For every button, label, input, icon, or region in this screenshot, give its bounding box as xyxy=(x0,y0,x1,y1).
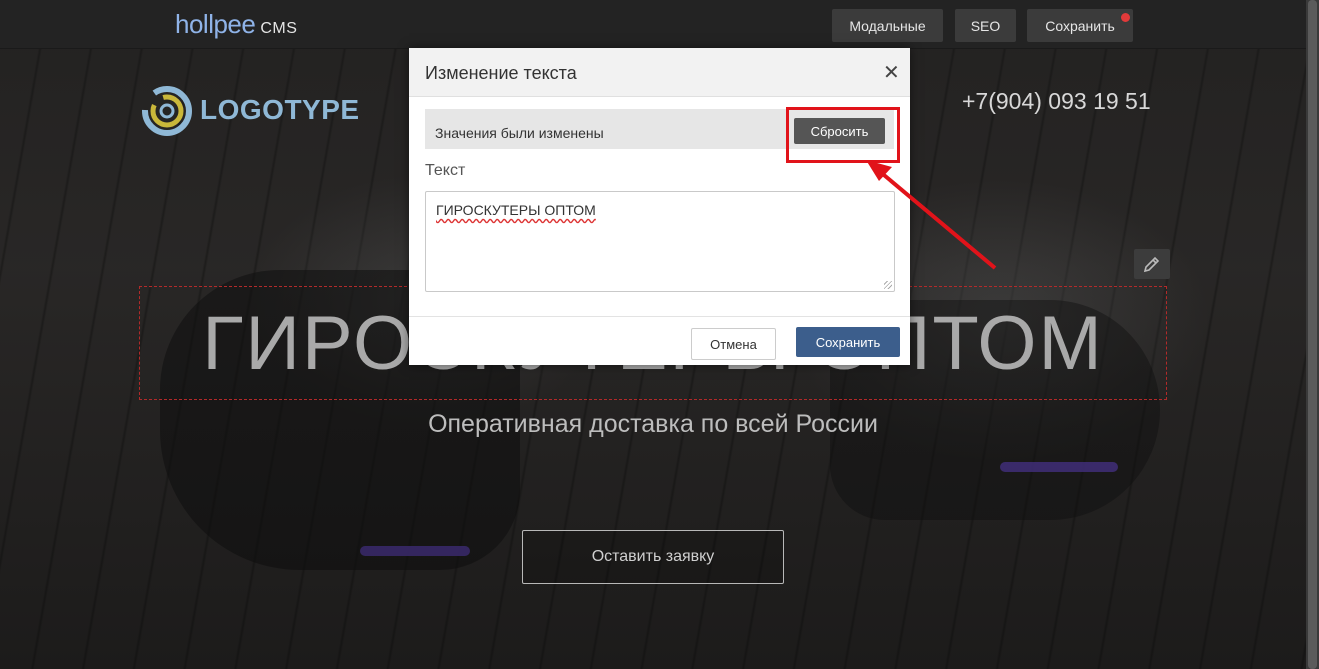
cms-logo: hollpee CMS xyxy=(175,9,297,40)
edit-button[interactable] xyxy=(1134,249,1170,279)
save-button[interactable]: Сохранить xyxy=(796,327,900,357)
modal-header: Изменение текста ✕ xyxy=(409,48,910,97)
text-field-label: Текст xyxy=(425,162,466,179)
changed-notice-text: Значения были изменены xyxy=(435,125,604,141)
site-logo-text[interactable]: LOGOTYPE xyxy=(200,94,360,126)
save-page-button[interactable]: Сохранить xyxy=(1027,9,1133,42)
request-button[interactable]: Оставить заявку xyxy=(522,530,784,584)
scrollbar[interactable] xyxy=(1306,0,1319,669)
text-textarea[interactable]: ГИРОСКУТЕРЫ ОПТОМ xyxy=(425,191,895,292)
modal-title: Изменение текста xyxy=(425,63,577,83)
cms-logo-suffix: CMS xyxy=(260,20,298,37)
annotation-highlight-box xyxy=(786,107,900,163)
logotype-icon xyxy=(142,86,192,136)
footer-divider xyxy=(409,316,910,317)
edit-text-modal: Изменение текста ✕ Значения были изменен… xyxy=(409,48,910,365)
cms-logo-text: hollpee xyxy=(175,9,256,39)
close-icon[interactable]: ✕ xyxy=(883,60,900,84)
phone-number[interactable]: +7(904) 093 19 51 xyxy=(962,88,1151,115)
pencil-icon xyxy=(1143,256,1160,273)
textarea-value[interactable]: ГИРОСКУТЕРЫ ОПТОМ xyxy=(436,202,596,218)
resize-handle[interactable] xyxy=(884,281,892,289)
unsaved-indicator xyxy=(1121,13,1130,22)
modals-button[interactable]: Модальные xyxy=(832,9,943,42)
seo-button[interactable]: SEO xyxy=(955,9,1016,42)
scrollbar-thumb[interactable] xyxy=(1308,0,1317,669)
cancel-button[interactable]: Отмена xyxy=(691,328,776,360)
hero-subtitle: Оперативная доставка по всей России xyxy=(428,410,878,438)
cms-toolbar: hollpee CMS Модальные SEO Сохранить xyxy=(0,0,1306,49)
